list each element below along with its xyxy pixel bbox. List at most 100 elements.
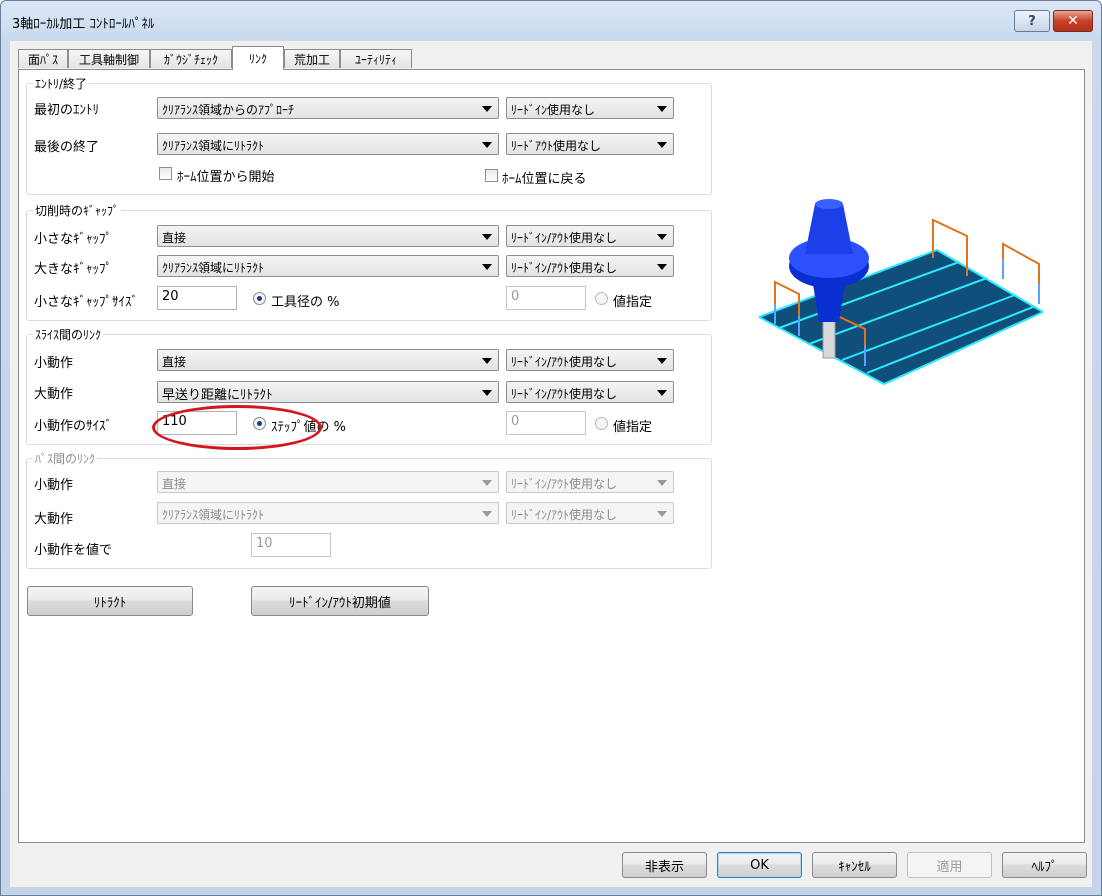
slice-large-lead-value: ﾘｰﾄﾞｲﾝ/ｱｳﾄ使用なし	[511, 387, 618, 401]
chevron-down-icon	[657, 234, 667, 240]
first-entry-combo[interactable]: ｸﾘｱﾗﾝｽ領域からのｱﾌﾟﾛｰﾁ	[157, 97, 499, 119]
small-gap-value: 直接	[162, 231, 187, 245]
chevron-down-icon	[657, 142, 667, 148]
slice-link-title: ｽﾗｲｽ間のﾘﾝｸ	[33, 326, 104, 343]
pass-link-group: ﾊﾟｽ間のﾘﾝｸ 小動作 直接 ﾘｰﾄﾞｲﾝ/ｱｳﾄ使用なし 大動作 ｸﾘｱﾗﾝ…	[26, 450, 712, 569]
small-gap-label: 小さなｷﾞｬｯﾌﾟ	[34, 232, 113, 247]
cancel-button[interactable]: ｷｬﾝｾﾙ	[812, 852, 897, 878]
tab-gouge-check[interactable]: ｶﾞｳｼﾞﾁｪｯｸ	[150, 49, 232, 68]
chevron-down-icon	[657, 480, 667, 486]
tab-link[interactable]: ﾘﾝｸ	[232, 46, 284, 70]
pass-large-lead-combo[interactable]: ﾘｰﾄﾞｲﾝ/ｱｳﾄ使用なし	[506, 502, 674, 524]
large-gap-value: ｸﾘｱﾗﾝｽ領域にﾘﾄﾗｸﾄ	[162, 261, 265, 275]
large-gap-lead-combo[interactable]: ﾘｰﾄﾞｲﾝ/ｱｳﾄ使用なし	[506, 255, 674, 277]
tool-holder-cap	[815, 199, 843, 209]
chevron-down-icon	[482, 234, 492, 240]
chevron-down-icon	[482, 142, 492, 148]
tab-surface-path[interactable]: 面ﾊﾟｽ	[18, 49, 68, 68]
slice-large-move-value: 早送り距離にﾘﾄﾗｸﾄ	[162, 388, 273, 403]
pass-large-move-value: ｸﾘｱﾗﾝｽ領域にﾘﾄﾗｸﾄ	[162, 508, 265, 522]
tab-utility[interactable]: ﾕｰﾃｨﾘﾃｨ	[340, 49, 412, 68]
slice-small-move-combo[interactable]: 直接	[157, 349, 499, 371]
tool-dia-radio[interactable]	[253, 292, 266, 305]
tab-roughing[interactable]: 荒加工	[284, 49, 340, 68]
slice-value-radio[interactable]	[595, 417, 608, 430]
lead-in-value: ﾘｰﾄﾞｲﾝ使用なし	[511, 103, 596, 117]
chevron-down-icon	[657, 106, 667, 112]
return-home-label: ﾎｰﾑ位置に戻る	[502, 172, 587, 187]
last-exit-combo[interactable]: ｸﾘｱﾗﾝｽ領域にﾘﾄﾗｸﾄ	[157, 133, 499, 155]
close-button[interactable]: ✕	[1053, 10, 1093, 32]
small-gap-size-input[interactable]: 20	[157, 286, 237, 310]
pass-small-lead-value: ﾘｰﾄﾞｲﾝ/ｱｳﾄ使用なし	[511, 477, 618, 491]
chevron-down-icon	[482, 264, 492, 270]
lead-out-combo[interactable]: ﾘｰﾄﾞｱｳﾄ使用なし	[506, 133, 674, 155]
pass-large-move-combo[interactable]: ｸﾘｱﾗﾝｽ領域にﾘﾄﾗｸﾄ	[157, 502, 499, 524]
window-title: 3軸ﾛｰｶﾙ加工 ｺﾝﾄﾛｰﾙﾊﾟﾈﾙ	[12, 17, 155, 32]
lead-in-combo[interactable]: ﾘｰﾄﾞｲﾝ使用なし	[506, 97, 674, 119]
dialog-client: 面ﾊﾟｽ 工具軸制御 ｶﾞｳｼﾞﾁｪｯｸ ﾘﾝｸ 荒加工 ﾕｰﾃｨﾘﾃｨ ｴﾝﾄ…	[10, 41, 1092, 887]
gap-value-label: 値指定	[613, 295, 653, 310]
pass-link-title: ﾊﾟｽ間のﾘﾝｸ	[33, 450, 98, 467]
slice-large-lead-combo[interactable]: ﾘｰﾄﾞｲﾝ/ｱｳﾄ使用なし	[506, 381, 674, 403]
pass-small-move-combo[interactable]: 直接	[157, 471, 499, 493]
highlight-ellipse	[152, 405, 322, 450]
cut-gap-title: 切削時のｷﾞｬｯﾌﾟ	[33, 202, 122, 219]
last-exit-value: ｸﾘｱﾗﾝｽ領域にﾘﾄﾗｸﾄ	[162, 139, 265, 153]
pass-large-move-label: 大動作	[34, 512, 74, 527]
link-preview-image	[758, 199, 1044, 386]
large-gap-combo[interactable]: ｸﾘｱﾗﾝｽ領域にﾘﾄﾗｸﾄ	[157, 255, 499, 277]
chevron-down-icon	[657, 358, 667, 364]
lead-default-button[interactable]: ﾘｰﾄﾞｲﾝ/ｱｳﾄ初期値	[251, 586, 429, 616]
title-help-button[interactable]: ?	[1014, 10, 1050, 32]
chevron-down-icon	[657, 390, 667, 396]
apply-button[interactable]: 適用	[907, 852, 992, 878]
large-gap-lead-value: ﾘｰﾄﾞｲﾝ/ｱｳﾄ使用なし	[511, 261, 618, 275]
pass-value-label: 小動作を値で	[34, 543, 113, 558]
last-exit-label: 最後の終了	[34, 140, 100, 155]
pass-small-lead-combo[interactable]: ﾘｰﾄﾞｲﾝ/ｱｳﾄ使用なし	[506, 471, 674, 493]
slice-small-lead-combo[interactable]: ﾘｰﾄﾞｲﾝ/ｱｳﾄ使用なし	[506, 349, 674, 371]
chevron-down-icon	[482, 106, 492, 112]
slice-value-input[interactable]: 0	[506, 411, 586, 435]
first-entry-value: ｸﾘｱﾗﾝｽ領域からのｱﾌﾟﾛｰﾁ	[162, 103, 295, 117]
title-bar[interactable]: 3軸ﾛｰｶﾙ加工 ｺﾝﾄﾛｰﾙﾊﾟﾈﾙ ? ✕	[1, 1, 1101, 41]
cut-gap-group: 切削時のｷﾞｬｯﾌﾟ 小さなｷﾞｬｯﾌﾟ 直接 ﾘｰﾄﾞｲﾝ/ｱｳﾄ使用なし 大…	[26, 202, 712, 321]
small-gap-lead-combo[interactable]: ﾘｰﾄﾞｲﾝ/ｱｳﾄ使用なし	[506, 225, 674, 247]
small-gap-size-label: 小さなｷﾞｬｯﾌﾟｻｲｽﾞ	[34, 295, 139, 310]
start-home-checkbox[interactable]	[159, 167, 172, 180]
first-entry-label: 最初のｴﾝﾄﾘ	[34, 103, 100, 118]
small-move-size-label: 小動作のｻｲｽﾞ	[34, 419, 113, 434]
chevron-down-icon	[482, 358, 492, 364]
slice-value-label: 値指定	[613, 420, 653, 435]
tab-tool-axis[interactable]: 工具軸制御	[68, 49, 150, 68]
chevron-down-icon	[657, 264, 667, 270]
pass-small-move-value: 直接	[162, 477, 187, 491]
tool-dia-label: 工具径の %	[271, 295, 340, 310]
large-gap-label: 大きなｷﾞｬｯﾌﾟ	[34, 262, 113, 277]
small-gap-combo[interactable]: 直接	[157, 225, 499, 247]
return-home-checkbox[interactable]	[485, 169, 498, 182]
start-home-label: ﾎｰﾑ位置から開始	[177, 170, 275, 185]
tool-holder-cone	[805, 204, 853, 254]
entry-exit-title: ｴﾝﾄﾘ/終了	[33, 75, 90, 92]
slice-large-move-label: 大動作	[34, 387, 74, 402]
gap-value-radio[interactable]	[595, 292, 608, 305]
link-tab-panel: ｴﾝﾄﾘ/終了 最初のｴﾝﾄﾘ ｸﾘｱﾗﾝｽ領域からのｱﾌﾟﾛｰﾁ ﾘｰﾄﾞｲﾝ…	[18, 69, 1085, 843]
slice-small-lead-value: ﾘｰﾄﾞｲﾝ/ｱｳﾄ使用なし	[511, 355, 618, 369]
chevron-down-icon	[482, 511, 492, 517]
chevron-down-icon	[482, 480, 492, 486]
dialog-window: 3軸ﾛｰｶﾙ加工 ｺﾝﾄﾛｰﾙﾊﾟﾈﾙ ? ✕ 面ﾊﾟｽ 工具軸制御 ｶﾞｳｼﾞ…	[0, 0, 1102, 896]
retract-button[interactable]: ﾘﾄﾗｸﾄ	[27, 586, 193, 616]
gap-value-input[interactable]: 0	[506, 286, 586, 310]
pass-large-lead-value: ﾘｰﾄﾞｲﾝ/ｱｳﾄ使用なし	[511, 508, 618, 522]
pass-value-input[interactable]: 10	[251, 533, 331, 557]
tool-shank	[822, 319, 836, 359]
lead-out-value: ﾘｰﾄﾞｱｳﾄ使用なし	[511, 139, 602, 153]
hide-button[interactable]: 非表示	[622, 852, 707, 878]
help-button[interactable]: ﾍﾙﾌﾟ	[1002, 852, 1087, 878]
small-gap-lead-value: ﾘｰﾄﾞｲﾝ/ｱｳﾄ使用なし	[511, 231, 618, 245]
slice-large-move-combo[interactable]: 早送り距離にﾘﾄﾗｸﾄ	[157, 381, 499, 403]
ok-button[interactable]: OK	[717, 852, 802, 878]
slice-small-move-label: 小動作	[34, 356, 74, 371]
